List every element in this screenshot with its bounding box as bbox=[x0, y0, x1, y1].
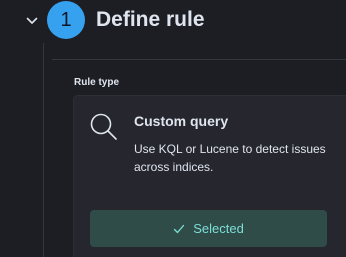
rule-type-label: Rule type bbox=[74, 77, 120, 88]
rule-creation-page: 1 Define rule Rule type Custom query Use… bbox=[0, 0, 346, 257]
check-icon bbox=[174, 224, 185, 233]
rule-type-card-custom-query[interactable]: Custom query Use KQL or Lucene to detect… bbox=[73, 95, 346, 257]
chevron-down-icon bbox=[26, 17, 38, 24]
selected-button-label: Selected bbox=[193, 220, 244, 236]
step-number-badge: 1 bbox=[47, 1, 85, 39]
card-description: Use KQL or Lucene to detect issues acros… bbox=[134, 142, 326, 174]
selected-button[interactable]: Selected bbox=[90, 210, 327, 247]
step-collapse-toggle[interactable] bbox=[24, 13, 40, 29]
step-title: Define rule bbox=[96, 8, 205, 31]
card-title: Custom query bbox=[134, 113, 229, 129]
step-connector-line bbox=[43, 43, 44, 257]
search-icon bbox=[90, 113, 117, 140]
section-divider bbox=[52, 59, 346, 60]
